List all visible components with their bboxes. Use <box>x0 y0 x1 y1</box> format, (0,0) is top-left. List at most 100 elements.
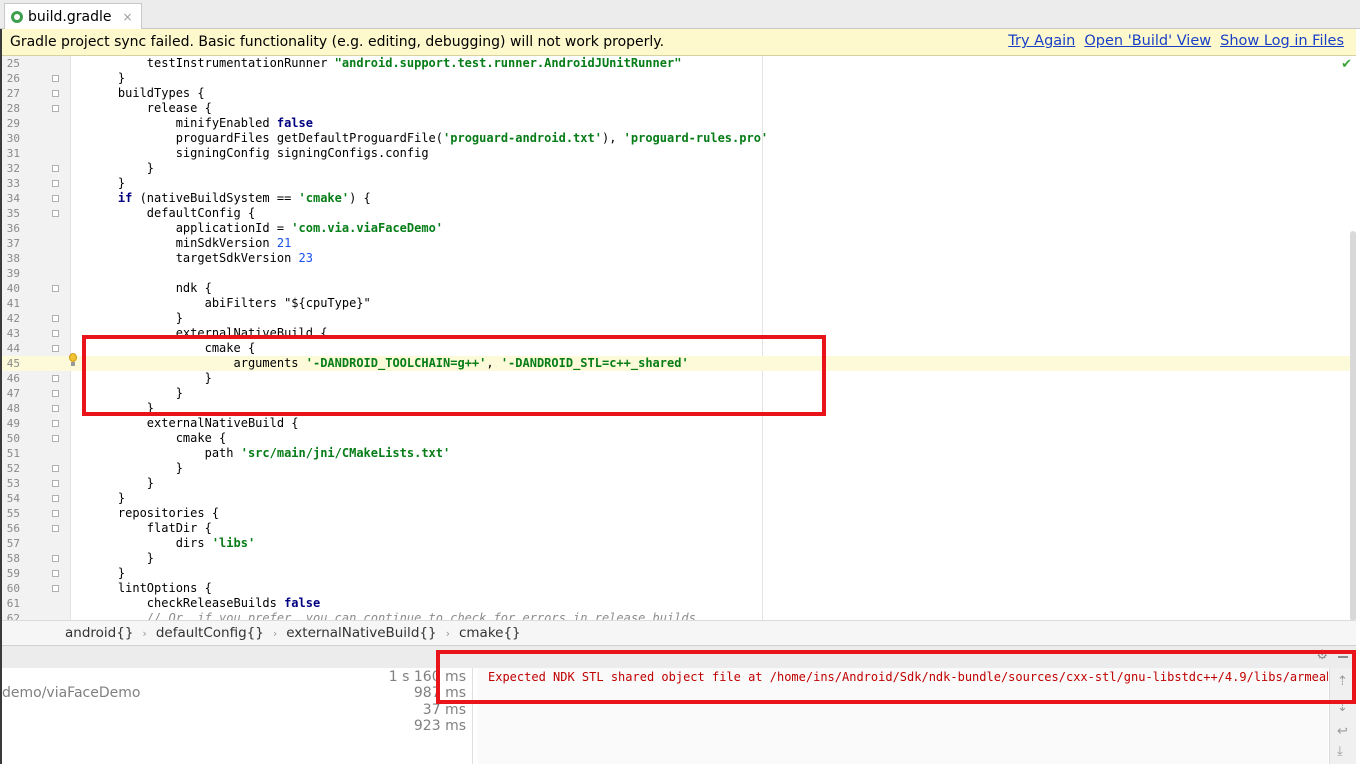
code-line[interactable]: 32 } <box>2 161 1356 176</box>
fold-marker-icon[interactable] <box>52 375 59 382</box>
code-line[interactable]: 26 } <box>2 71 1356 86</box>
code-editor[interactable]: 25 testInstrumentationRunner "android.su… <box>2 56 1356 620</box>
code-line[interactable]: 31 signingConfig signingConfigs.config <box>2 146 1356 161</box>
code-line[interactable]: 41 abiFilters "${cpuType}" <box>2 296 1356 311</box>
banner-message: Gradle project sync failed. Basic functi… <box>10 34 665 50</box>
chevron-right-icon: › <box>445 626 450 640</box>
line-number: 55 <box>6 507 20 520</box>
fold-marker-icon[interactable] <box>52 420 59 427</box>
code-line[interactable]: 58 } <box>2 551 1356 566</box>
code-line[interactable]: 38 targetSdkVersion 23 <box>2 251 1356 266</box>
try-again-link[interactable]: Try Again <box>1008 33 1075 49</box>
scroll-to-end-icon[interactable]: ⤓ <box>1337 744 1343 759</box>
code-line[interactable]: 50 cmake { <box>2 431 1356 446</box>
build-console[interactable]: Expected NDK STL shared object file at /… <box>478 668 1328 764</box>
code-text: arguments '-DANDROID_TOOLCHAIN=g++', '-D… <box>89 356 689 370</box>
line-number: 36 <box>6 222 20 235</box>
fold-marker-icon[interactable] <box>52 495 59 502</box>
code-line[interactable]: 28 release { <box>2 101 1356 116</box>
build-project-name[interactable]: demo/viaFaceDemo <box>2 685 140 701</box>
fold-marker-icon[interactable] <box>52 480 59 487</box>
fold-marker-icon[interactable] <box>52 585 59 592</box>
code-line[interactable]: 43 externalNativeBuild { <box>2 326 1356 341</box>
open-build-view-link[interactable]: Open 'Build' View <box>1084 33 1211 49</box>
fold-marker-icon[interactable] <box>52 105 59 112</box>
code-text: lintOptions { <box>89 581 212 595</box>
editor-scrollbar[interactable] <box>1350 231 1356 620</box>
code-line[interactable]: 29 minifyEnabled false <box>2 116 1356 131</box>
code-line[interactable]: 48 } <box>2 401 1356 416</box>
line-number: 46 <box>6 372 20 385</box>
fold-marker-icon[interactable] <box>52 315 59 322</box>
code-line[interactable]: 54 } <box>2 491 1356 506</box>
fold-marker-icon[interactable] <box>52 465 59 472</box>
code-line[interactable]: 55 repositories { <box>2 506 1356 521</box>
fold-marker-icon[interactable] <box>52 165 59 172</box>
soft-wrap-icon[interactable]: ↩ <box>1337 724 1348 739</box>
lightbulb-icon[interactable] <box>68 353 78 367</box>
code-line[interactable]: 62 // Or, if you prefer, you can continu… <box>2 611 1356 620</box>
code-text: minSdkVersion 21 <box>89 236 292 250</box>
code-line[interactable]: 45 arguments '-DANDROID_TOOLCHAIN=g++', … <box>2 356 1356 371</box>
fold-marker-icon[interactable] <box>52 510 59 517</box>
code-line[interactable]: 30 proguardFiles getDefaultProguardFile(… <box>2 131 1356 146</box>
minimize-icon[interactable] <box>1338 656 1348 658</box>
fold-marker-icon[interactable] <box>52 195 59 202</box>
code-line[interactable]: 61 checkReleaseBuilds false <box>2 596 1356 611</box>
timing-value: 37 ms <box>422 702 466 718</box>
code-line[interactable]: 35 defaultConfig { <box>2 206 1356 221</box>
show-log-link[interactable]: Show Log in Files <box>1220 33 1344 49</box>
code-line[interactable]: 52 } <box>2 461 1356 476</box>
arrow-up-icon[interactable]: ⇡ <box>1337 674 1348 689</box>
code-text: if (nativeBuildSystem == 'cmake') { <box>117 191 371 205</box>
chevron-right-icon: › <box>272 626 278 640</box>
fold-marker-icon[interactable] <box>52 345 59 352</box>
build-tree[interactable]: demo/viaFaceDemo 1 s 160 ms 987 ms 37 ms… <box>2 668 473 764</box>
code-line[interactable]: 59 } <box>2 566 1356 581</box>
code-line[interactable]: 47 } <box>2 386 1356 401</box>
fold-marker-icon[interactable] <box>52 75 59 82</box>
code-line[interactable]: 46 } <box>2 371 1356 386</box>
breadcrumb-item-android[interactable]: android{} <box>65 625 133 641</box>
fold-marker-icon[interactable] <box>52 90 59 97</box>
code-line[interactable]: 33 } <box>2 176 1356 191</box>
code-line[interactable]: 34 if (nativeBuildSystem == 'cmake') { <box>2 191 1356 206</box>
fold-marker-icon[interactable] <box>52 555 59 562</box>
code-text: defaultConfig { <box>89 206 256 220</box>
fold-marker-icon[interactable] <box>52 390 59 397</box>
fold-marker-icon[interactable] <box>52 285 59 292</box>
code-line[interactable]: 42 } <box>2 311 1356 326</box>
line-number: 30 <box>6 132 20 145</box>
arrow-down-icon[interactable]: ⇣ <box>1337 700 1348 715</box>
code-line[interactable]: 36 applicationId = 'com.via.viaFaceDemo' <box>2 221 1356 236</box>
code-line[interactable]: 40 ndk { <box>2 281 1356 296</box>
gear-icon[interactable]: ⚙ <box>1316 648 1328 663</box>
code-line[interactable]: 53 } <box>2 476 1356 491</box>
fold-marker-icon[interactable] <box>52 525 59 532</box>
fold-marker-icon[interactable] <box>52 180 59 187</box>
code-line[interactable]: 44 cmake { <box>2 341 1356 356</box>
line-number: 25 <box>6 57 20 70</box>
code-line[interactable]: 60 lintOptions { <box>2 581 1356 596</box>
code-text: applicationId = 'com.via.viaFaceDemo' <box>89 221 444 235</box>
code-line[interactable]: 56 flatDir { <box>2 521 1356 536</box>
fold-marker-icon[interactable] <box>52 570 59 577</box>
code-line[interactable]: 27 buildTypes { <box>2 86 1356 101</box>
build-panel-header: ⚙ <box>2 645 1356 669</box>
breadcrumb-item-defaultconfig[interactable]: defaultConfig{} <box>156 625 264 641</box>
fold-marker-icon[interactable] <box>52 405 59 412</box>
breadcrumb-item-externalnativebuild[interactable]: externalNativeBuild{} <box>286 625 436 641</box>
code-line[interactable]: 51 path 'src/main/jni/CMakeLists.txt' <box>2 446 1356 461</box>
breadcrumb-item-cmake[interactable]: cmake{} <box>459 625 521 641</box>
fold-marker-icon[interactable] <box>52 330 59 337</box>
code-line[interactable]: 37 minSdkVersion 21 <box>2 236 1356 251</box>
close-icon[interactable]: × <box>123 10 133 24</box>
fold-marker-icon[interactable] <box>52 210 59 217</box>
code-line[interactable]: 49 externalNativeBuild { <box>2 416 1356 431</box>
tab-build-gradle[interactable]: build.gradle × <box>4 3 142 29</box>
code-line[interactable]: 57 dirs 'libs' <box>2 536 1356 551</box>
code-line[interactable]: 25 testInstrumentationRunner "android.su… <box>2 56 1356 71</box>
code-line[interactable]: 39 <box>2 266 1356 281</box>
code-text: buildTypes { <box>89 86 205 100</box>
fold-marker-icon[interactable] <box>52 435 59 442</box>
